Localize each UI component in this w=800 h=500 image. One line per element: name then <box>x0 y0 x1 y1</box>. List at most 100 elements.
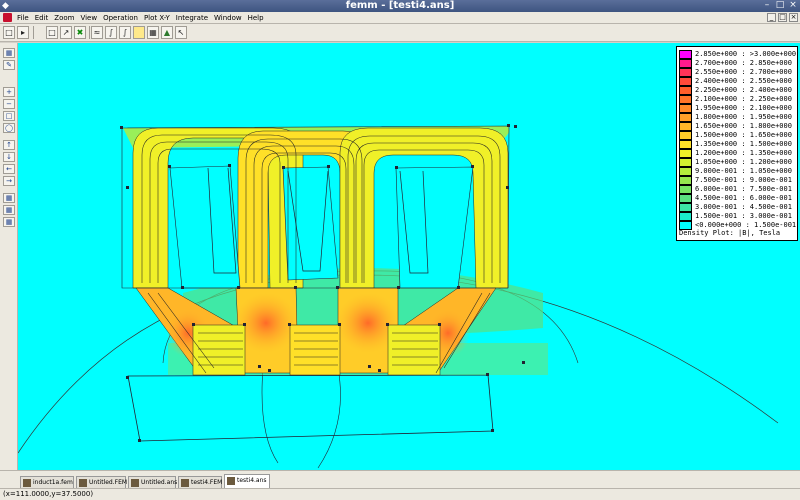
mouse-pointer-icon[interactable]: ↖ <box>175 26 187 39</box>
doc-restore-icon[interactable]: □ <box>778 13 787 22</box>
legend-swatch <box>679 203 692 212</box>
legend-swatch <box>679 176 692 185</box>
select-segment-icon[interactable]: ↗ <box>60 26 72 39</box>
menu-bar: File Edit Zoom View Operation Plot X-Y I… <box>0 12 800 24</box>
legend-swatch <box>679 77 692 86</box>
legend-row: 1.650e+000 : 1.800e+000 <box>679 122 792 131</box>
pole-shoe <box>289 324 341 376</box>
legend-label: 2.100e+000 : 2.250e+000 <box>695 95 792 103</box>
close-icon[interactable]: × <box>788 0 798 11</box>
menu-view[interactable]: View <box>77 12 100 24</box>
pan-up-icon[interactable]: ↑ <box>3 140 15 150</box>
legend-label: 4.500e-001 : 6.000e-001 <box>695 194 792 202</box>
pan-left-icon[interactable]: ← <box>3 164 15 174</box>
legend-title: Density Plot: |B|, Tesla <box>679 229 781 237</box>
tab-untitled-fem[interactable]: Untitled.FEM <box>76 476 128 488</box>
legend-row: 1.800e+000 : 1.950e+000 <box>679 113 792 122</box>
new-file-icon[interactable]: □ <box>3 26 15 39</box>
legend-label: 2.400e+000 : 2.550e+000 <box>695 77 792 85</box>
menu-help[interactable]: Help <box>245 12 267 24</box>
menu-zoom[interactable]: Zoom <box>51 12 77 24</box>
legend-swatch <box>679 140 692 149</box>
pan-down-icon[interactable]: ↓ <box>3 152 15 162</box>
zoom-in-icon[interactable]: + <box>3 87 15 97</box>
legend-label: 2.700e+000 : 2.850e+000 <box>695 59 792 67</box>
title-bar: ◆ femm - [testi4.ans] – □ × <box>0 0 800 12</box>
tab-untitled-ans[interactable]: Untitled.ans <box>128 476 177 488</box>
legend-swatch <box>679 194 692 203</box>
doc-minimize-icon[interactable]: _ <box>767 13 776 22</box>
tab-label: testi4.FEM <box>191 479 223 486</box>
slot-right <box>395 166 474 289</box>
maximize-icon[interactable]: □ <box>775 0 785 11</box>
tab-label: testi4.ans <box>237 477 267 484</box>
legend-row: 2.100e+000 : 2.250e+000 <box>679 95 792 104</box>
document-window-controls: _ □ × <box>767 13 798 22</box>
tab-label: Untitled.FEM <box>89 479 128 486</box>
legend-row: 2.700e+000 : 2.850e+000 <box>679 59 792 68</box>
menu-window[interactable]: Window <box>211 12 245 24</box>
legend-label: 1.050e+000 : 1.200e+000 <box>695 158 792 166</box>
legend-row: 1.950e+000 : 2.100e+000 <box>679 104 792 113</box>
legend-label: 2.850e+000 : >3.000e+000 <box>695 50 797 58</box>
menu-integrate[interactable]: Integrate <box>173 12 211 24</box>
edit-icon[interactable]: ✎ <box>3 60 15 70</box>
snap-grid-icon[interactable]: ▦ <box>3 48 15 58</box>
ans-file-icon <box>227 477 235 485</box>
legend-row: 2.400e+000 : 2.550e+000 <box>679 77 792 86</box>
rotor-outline <box>127 374 494 442</box>
legend-swatch <box>679 59 692 68</box>
rotor-lines <box>261 367 341 469</box>
menu-list: File Edit Zoom View Operation Plot X-Y I… <box>14 12 267 24</box>
legend-swatch <box>679 131 692 140</box>
menu-operation[interactable]: Operation <box>100 12 141 24</box>
menu-file[interactable]: File <box>14 12 32 24</box>
open-file-icon[interactable]: ▸ <box>17 26 29 39</box>
tab-induct1a-fem[interactable]: induct1a.fem <box>20 476 74 488</box>
legend-row: 4.500e-001 : 6.000e-001 <box>679 194 792 203</box>
legend-label: 7.500e-001 : 9.000e-001 <box>695 176 792 184</box>
legend-swatch <box>679 50 692 59</box>
menu-edit[interactable]: Edit <box>32 12 52 24</box>
legend-row: 3.000e-001 : 4.500e-001 <box>679 203 792 212</box>
grid-icon[interactable]: ▦ <box>147 26 159 39</box>
fem-file-icon <box>181 479 189 487</box>
pan-right-icon[interactable]: → <box>3 176 15 186</box>
window-title: femm - [testi4.ans] <box>345 0 455 11</box>
legend-swatch <box>679 149 692 158</box>
minimize-icon[interactable]: – <box>762 0 772 11</box>
slot-middle <box>282 166 339 281</box>
legend-row: 1.500e-001 : 3.000e-001 <box>679 212 792 221</box>
femm-window: ◆ femm - [testi4.ans] – □ × File Edit Zo… <box>0 0 800 500</box>
select-block-icon[interactable]: ✖ <box>74 26 86 39</box>
legend-label: 1.650e+000 : 1.800e+000 <box>695 122 792 130</box>
zoom-natural-icon[interactable]: ◯ <box>3 123 15 133</box>
zoom-out-icon[interactable]: − <box>3 99 15 109</box>
tab-testi4-ans[interactable]: testi4.ans <box>224 474 270 488</box>
zoom-window-icon[interactable]: □ <box>3 111 15 121</box>
pole-shoe <box>387 324 441 376</box>
line-integral-icon[interactable]: ∫ <box>105 26 117 39</box>
show-mesh-icon[interactable]: ▦ <box>3 193 15 203</box>
legend-row: 1.050e+000 : 1.200e+000 <box>679 158 792 167</box>
legend-swatch <box>679 122 692 131</box>
tab-label: induct1a.fem <box>33 479 73 486</box>
menu-plot-xy[interactable]: Plot X-Y <box>141 12 173 24</box>
select-point-icon[interactable]: □ <box>46 26 58 39</box>
tab-testi4-fem[interactable]: testi4.FEM <box>178 476 222 488</box>
legend-row: 1.350e+000 : 1.500e+000 <box>679 140 792 149</box>
legend-label: 1.950e+000 : 2.100e+000 <box>695 104 792 112</box>
vector-plot-icon[interactable]: ▲ <box>161 26 173 39</box>
show-grid-icon[interactable]: ▦ <box>3 205 15 215</box>
document-icon[interactable] <box>3 13 12 22</box>
legend-swatch <box>679 104 692 113</box>
legend-label: 2.250e+000 : 2.400e+000 <box>695 86 792 94</box>
plot-canvas[interactable]: 2.850e+000 : >3.000e+000 2.700e+000 : 2.… <box>18 43 800 470</box>
doc-close-icon[interactable]: × <box>789 13 798 22</box>
contour-icon[interactable]: ≈ <box>91 26 103 39</box>
density-plot-icon[interactable] <box>133 26 145 39</box>
area-integral-icon[interactable]: ∫ <box>119 26 131 39</box>
legend-label: 3.000e-001 : 4.500e-001 <box>695 203 792 211</box>
legend-row: 7.500e-001 : 9.000e-001 <box>679 176 792 185</box>
set-grid-icon[interactable]: ▦ <box>3 217 15 227</box>
